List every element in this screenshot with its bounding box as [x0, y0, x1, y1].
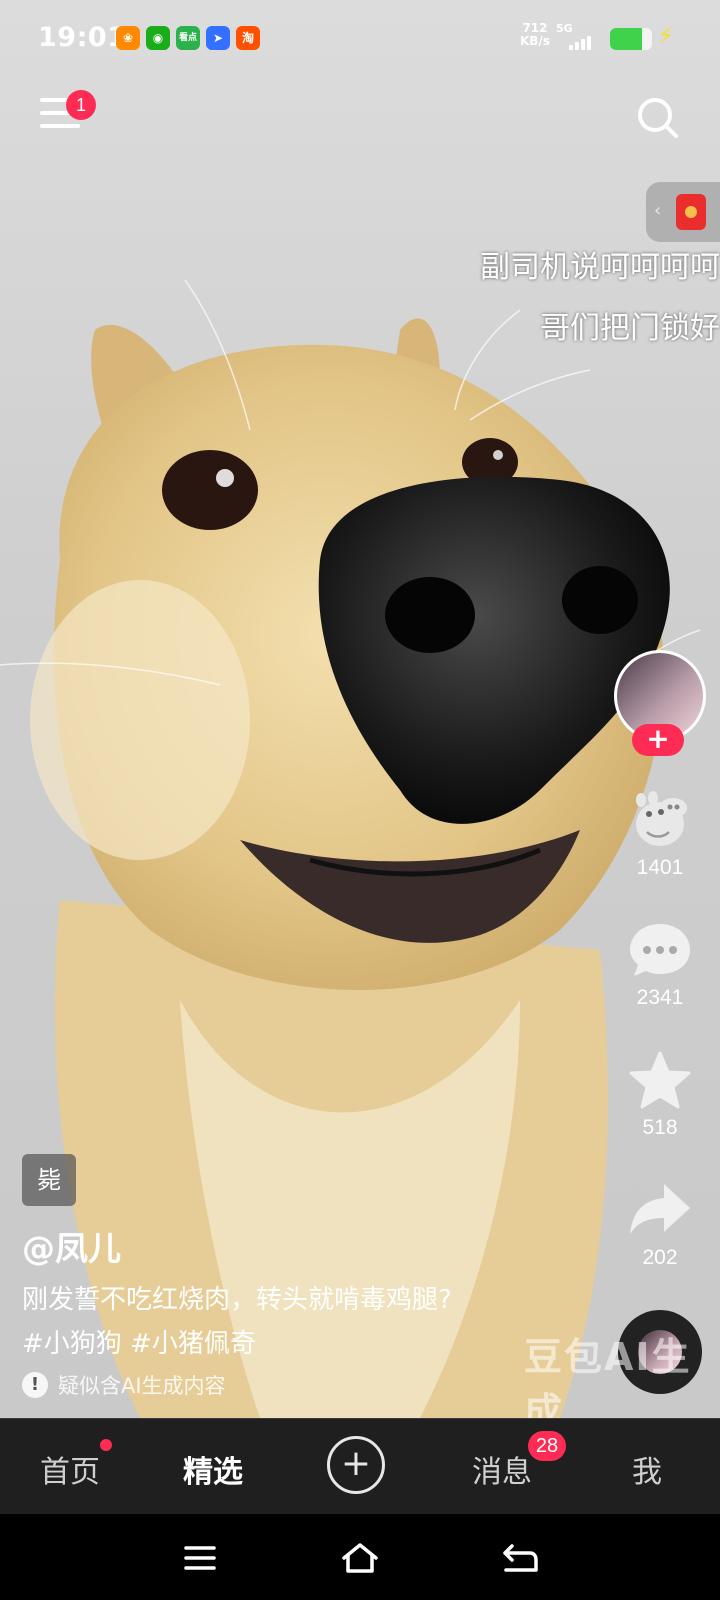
search-icon[interactable]	[636, 96, 680, 140]
wechat-app-icon: ◉	[146, 26, 170, 50]
red-envelope-icon	[676, 194, 706, 230]
peppa-like-icon	[636, 791, 687, 846]
tab-featured[interactable]: 精选	[183, 1447, 243, 1491]
share-count: 202	[642, 1246, 678, 1269]
video-caption-line-1: 副司机说呵呵呵呵	[480, 250, 720, 285]
chevron-left-icon: ‹	[654, 200, 662, 221]
clock: 19:01	[38, 22, 127, 53]
create-button[interactable]: +	[327, 1436, 385, 1494]
favorite-count: 518	[642, 1116, 678, 1139]
video-caption-line-2: 哥们把门锁好	[540, 311, 720, 346]
share-arrow-icon	[630, 1184, 690, 1234]
dog-video-frame	[0, 279, 701, 1418]
recent-apps-icon[interactable]	[180, 1540, 220, 1576]
taobao-app-icon: 淘	[236, 26, 260, 50]
bottom-tab-bar: 首页 精选 + 消息 28 我	[0, 1418, 720, 1515]
kandian-app-icon: 看点	[176, 26, 200, 50]
comment-button[interactable]: 2341	[614, 920, 706, 1010]
status-bar: 19:01 ❀ ◉ 看点 ➤ 淘 712 KB/s 5G ⚡	[0, 0, 720, 78]
comment-icon	[630, 924, 690, 976]
follow-button[interactable]: +	[632, 724, 684, 756]
meituan-app-icon: ❀	[116, 26, 140, 50]
author-username[interactable]: @凤儿	[22, 1222, 121, 1270]
messages-badge: 28	[528, 1431, 566, 1461]
like-count: 1401	[636, 856, 684, 879]
tab-messages[interactable]: 消息	[472, 1447, 532, 1491]
home-notification-dot	[100, 1439, 112, 1451]
like-button[interactable]: 1401	[614, 790, 706, 880]
video-description: 刚发誓不吃红烧肉，转头就啃毒鸡腿? #小狗狗 #小猪佩奇	[22, 1278, 582, 1366]
battery-level	[610, 28, 642, 50]
warning-icon: !	[22, 1372, 48, 1398]
battery-icon	[610, 28, 652, 50]
comment-count: 2341	[636, 986, 684, 1009]
hashtags[interactable]: #小狗狗 #小猪佩奇	[22, 1322, 582, 1366]
ai-content-notice[interactable]: ! 疑似含AI生成内容	[22, 1370, 226, 1400]
notification-app-icons: ❀ ◉ 看点 ➤ 淘	[116, 26, 260, 50]
feishu-app-icon: ➤	[206, 26, 230, 50]
description-text: 刚发誓不吃红烧肉，转头就啃毒鸡腿?	[22, 1285, 452, 1315]
red-packet-widget[interactable]: ‹	[646, 182, 720, 242]
network-type: 5G	[556, 22, 573, 35]
home-icon[interactable]	[340, 1540, 380, 1576]
system-navigation-bar	[0, 1514, 720, 1600]
ai-notice-text: 疑似含AI生成内容	[58, 1374, 226, 1398]
star-icon	[629, 1051, 691, 1109]
network-speed-unit: KB/s	[520, 34, 550, 48]
share-button[interactable]: 202	[614, 1180, 706, 1270]
tab-me[interactable]: 我	[632, 1447, 662, 1491]
network-speed: 712 KB/s	[520, 22, 550, 48]
favorite-button[interactable]: 518	[614, 1050, 706, 1140]
tab-home[interactable]: 首页	[40, 1447, 100, 1491]
back-icon[interactable]	[500, 1540, 540, 1576]
menu-notification-badge: 1	[66, 90, 96, 120]
charging-icon: ⚡	[658, 24, 674, 49]
signal-strength-icon	[569, 36, 591, 50]
topic-tag-chip[interactable]: 毙	[22, 1154, 76, 1206]
video-player[interactable]	[0, 0, 720, 1418]
